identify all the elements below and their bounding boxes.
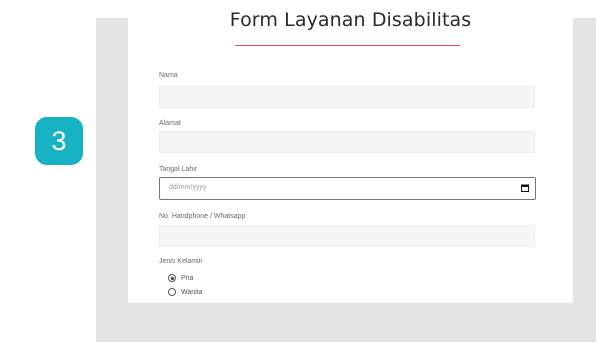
address-field[interactable] [159, 131, 535, 153]
phone-field[interactable] [159, 225, 535, 247]
gender-option-wanita[interactable]: Wanita [168, 288, 203, 296]
calendar-icon[interactable] [521, 184, 529, 192]
gender-option-pria[interactable]: Pria [168, 274, 193, 282]
form-title: Form Layanan Disabilitas [229, 9, 472, 31]
phone-label: No. Handphone / Whatsapp [159, 213, 246, 220]
radio-unchecked-icon[interactable] [168, 288, 176, 296]
step-number-badge: 3 [35, 117, 83, 165]
form-card: Form Layanan Disabilitas Nama Alamat Tan… [128, 0, 573, 303]
title-underline [235, 45, 460, 46]
gender-label: Jenis Kelamin [159, 258, 203, 265]
gender-option-label: Wanita [181, 288, 203, 296]
address-label: Alamat [159, 120, 181, 127]
birth-date-label: Tangal Lahir [159, 166, 198, 173]
radio-checked-icon[interactable] [168, 274, 176, 282]
birth-date-placeholder: dd/mm/yyyy [169, 184, 207, 191]
birth-date-field[interactable]: dd/mm/yyyy [159, 177, 536, 200]
name-field[interactable] [159, 86, 535, 108]
gender-option-label: Pria [181, 274, 194, 282]
name-label: Nama [159, 72, 178, 79]
